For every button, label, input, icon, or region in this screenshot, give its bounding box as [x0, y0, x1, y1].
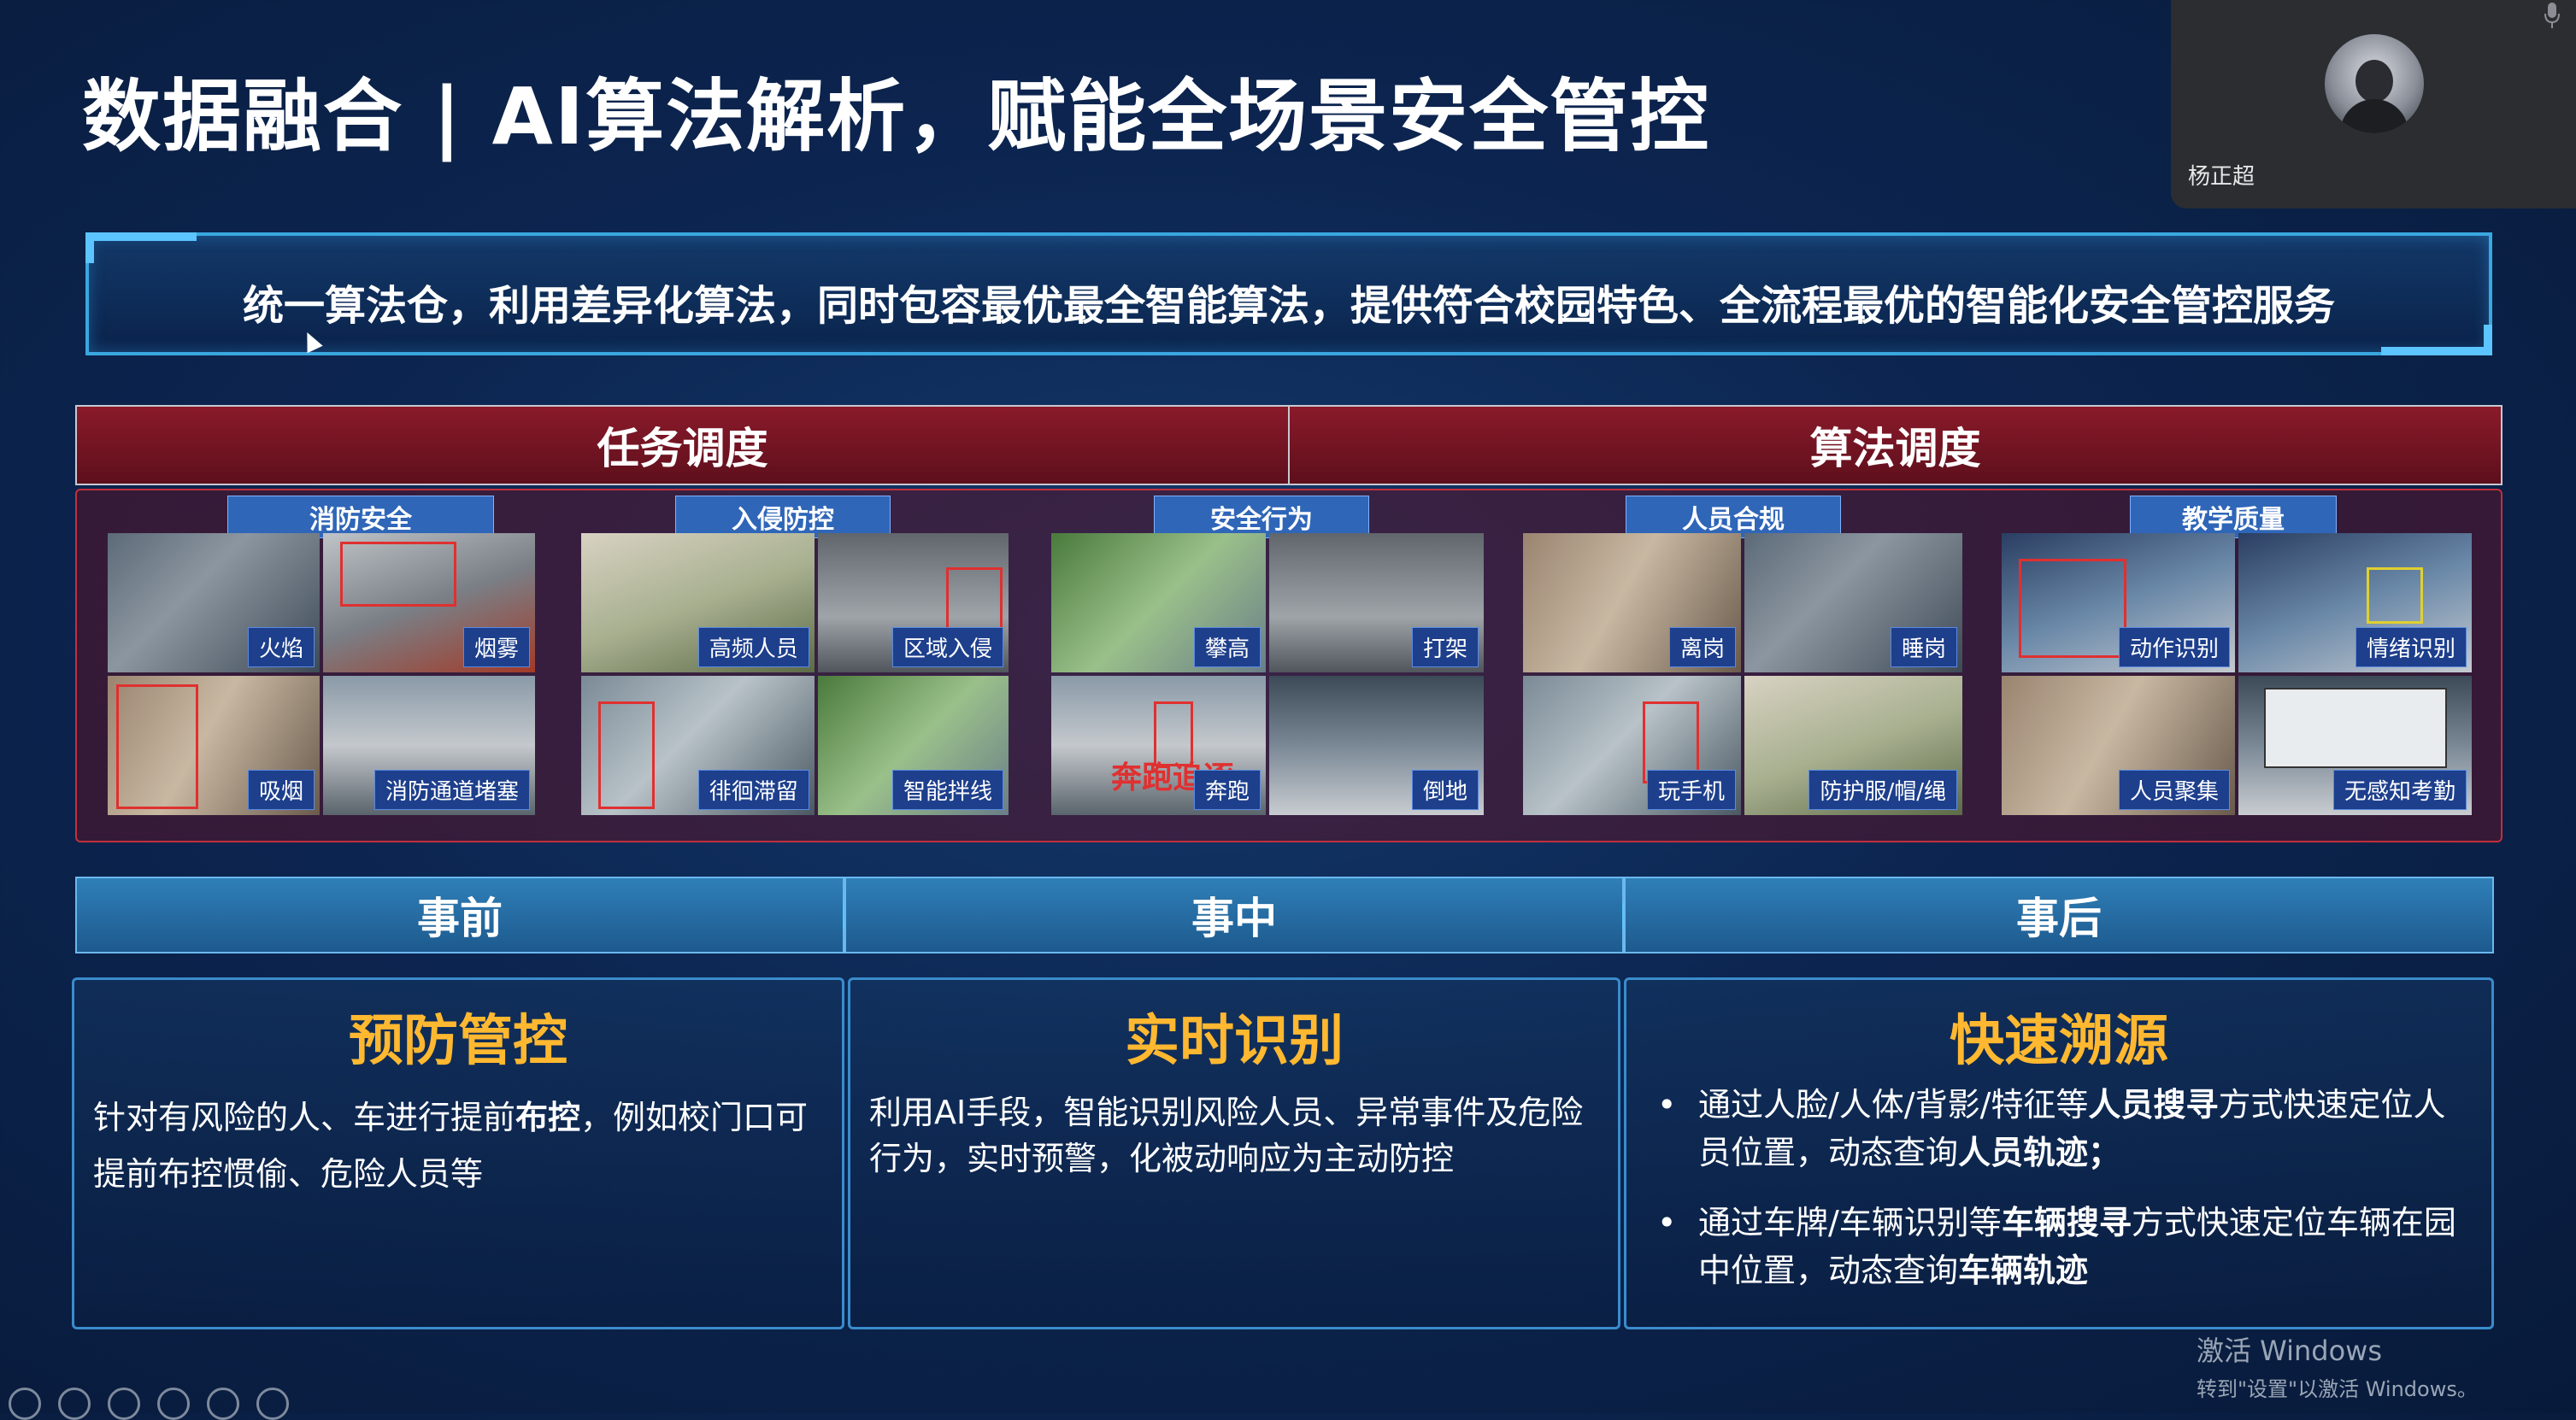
phase-during: 事中 [844, 877, 1624, 954]
thumbnail: 情绪识别 [2238, 533, 2472, 672]
thumbnail-label: 智能拌线 [891, 770, 1003, 810]
category-title: 入侵防控 [675, 496, 891, 538]
card-text: 利用AI手段，智能识别风险人员、异常事件及危险行为，实时预警，化被动响应为主动防… [869, 1094, 1584, 1177]
thumbnail: 奔跑追逐 奔跑 [1051, 676, 1266, 815]
participant-name: 杨正超 [2188, 164, 2255, 190]
card-text: 针对有风险的人、车进行提前布控，例如校门口可提前布控惯偷、危险人员等 [93, 1099, 809, 1193]
prev-slide-icon[interactable] [9, 1388, 41, 1420]
phase-bar: 事前 事中 事后 [75, 877, 2494, 954]
traceback-list: • 通过人脸/人体/背影/特征等人员搜寻方式快速定位人员位置，动态查询人员轨迹； … [1649, 1081, 2471, 1317]
category-title: 人员合规 [1626, 496, 1841, 538]
thumbnail-label: 离岗 [1668, 627, 1736, 667]
pen-icon[interactable] [108, 1388, 140, 1420]
thumbnail-label: 无感知考勤 [2332, 770, 2467, 810]
thumbnail: 打架 [1269, 533, 1484, 672]
card-prevention: 预防管控 针对有风险的人、车进行提前布控，例如校门口可提前布控惯偷、危险人员等 [72, 977, 844, 1329]
category-title: 消防安全 [227, 496, 494, 538]
presenter-toolbar [0, 1388, 289, 1420]
card-realtime: 实时识别 利用AI手段，智能识别风险人员、异常事件及危险行为，实时预警，化被动响… [848, 977, 1620, 1329]
card-heading: 预防管控 [349, 1010, 568, 1073]
thumbnail: 防护服/帽/绳 [1744, 676, 1962, 815]
thumbnail-label: 打架 [1411, 627, 1479, 667]
dispatch-header: 任务调度 算法调度 [75, 405, 2502, 485]
thumbnail: 无感知考勤 [2238, 676, 2472, 815]
slogan-banner: 统一算法仓，利用差异化算法，同时包容最优最全智能算法，提供符合校园特色、全流程最… [85, 232, 2492, 355]
slide-title: 数据融合 | AI算法解析，赋能全场景安全管控 [82, 71, 1711, 162]
task-dispatch-label: 任务调度 [597, 424, 768, 473]
thumbnail-label: 消防通道堵塞 [373, 770, 530, 810]
thumbnail: 攀高 [1051, 533, 1266, 672]
thumbnail-label: 睡岗 [1890, 627, 1957, 667]
thumbnail: 区域入侵 [817, 533, 1009, 672]
thumbnail-label: 高频人员 [697, 627, 809, 667]
thumbnail-label: 吸烟 [247, 770, 315, 810]
thumbnail: 倒地 [1269, 676, 1484, 815]
more-options-icon[interactable] [256, 1388, 289, 1420]
bullet-icon: • [1657, 1086, 1677, 1124]
participant-avatar[interactable] [2325, 34, 2424, 133]
card-heading: 实时识别 [1125, 1010, 1344, 1073]
thumbnail: 玩手机 [1523, 676, 1741, 815]
category-panel: 消防安全 火焰 烟雾 吸烟 消防通道堵塞 入侵防控 高频人员 区域入侵 徘徊滞留… [75, 489, 2502, 842]
thumbnail: 动作识别 [2002, 533, 2235, 672]
list-item: • 通过车牌/车辆识别等车辆搜寻方式快速定位车辆在园中位置，动态查询车辆轨迹 [1649, 1199, 2471, 1294]
thumbnail: 徘徊滞留 [581, 676, 815, 815]
thumbnail-label: 奔跑 [1193, 770, 1261, 810]
card-heading: 快速溯源 [1950, 1010, 2168, 1073]
card-traceback: 快速溯源 • 通过人脸/人体/背影/特征等人员搜寻方式快速定位人员位置，动态查询人… [1624, 977, 2494, 1329]
microphone-icon[interactable] [2544, 2, 2561, 29]
thumbnail-label: 倒地 [1411, 770, 1479, 810]
next-slide-icon[interactable] [58, 1388, 91, 1420]
thumbnail: 吸烟 [108, 676, 320, 815]
banner-corner-decoration [85, 232, 197, 263]
thumbnail: 火焰 [108, 533, 320, 672]
banner-text: 统一算法仓，利用差异化算法，同时包容最优最全智能算法，提供符合校园特色、全流程最… [242, 282, 2335, 330]
phase-before: 事前 [75, 877, 844, 954]
thumbnail: 智能拌线 [817, 676, 1009, 815]
thumbnail: 离岗 [1523, 533, 1741, 672]
thumbnail-label: 玩手机 [1646, 770, 1736, 810]
thumbnail: 烟雾 [323, 533, 535, 672]
thumbnail-label: 攀高 [1193, 627, 1261, 667]
thumbnail-label: 区域入侵 [891, 627, 1003, 667]
thumbnail-label: 人员聚集 [2118, 770, 2230, 810]
thumbnail-label: 防护服/帽/绳 [1808, 770, 1957, 810]
algorithm-dispatch-label: 算法调度 [1288, 407, 2501, 484]
thumbnail: 消防通道堵塞 [323, 676, 535, 815]
phase-after: 事后 [1624, 877, 2494, 954]
list-item: • 通过人脸/人体/背影/特征等人员搜寻方式快速定位人员位置，动态查询人员轨迹； [1649, 1081, 2471, 1176]
thumbnail: 人员聚集 [2002, 676, 2235, 815]
bullet-icon: • [1657, 1204, 1677, 1241]
thumbnail-label: 烟雾 [462, 627, 530, 667]
thumbnail-label: 情绪识别 [2355, 627, 2467, 667]
zoom-icon[interactable] [207, 1388, 239, 1420]
video-call-panel[interactable]: 杨正超 [2171, 0, 2576, 208]
thumbnail-label: 徘徊滞留 [697, 770, 809, 810]
thumbnail: 睡岗 [1744, 533, 1962, 672]
slides-icon[interactable] [157, 1388, 190, 1420]
category-title: 教学质量 [2130, 496, 2337, 538]
thumbnail-label: 火焰 [247, 627, 315, 667]
category-title: 安全行为 [1154, 496, 1369, 538]
thumbnail-label: 动作识别 [2118, 627, 2230, 667]
windows-activation-watermark: 激活 Windows 转到"设置"以激活 Windows。 [2197, 1335, 2478, 1401]
thumbnail: 高频人员 [581, 533, 815, 672]
